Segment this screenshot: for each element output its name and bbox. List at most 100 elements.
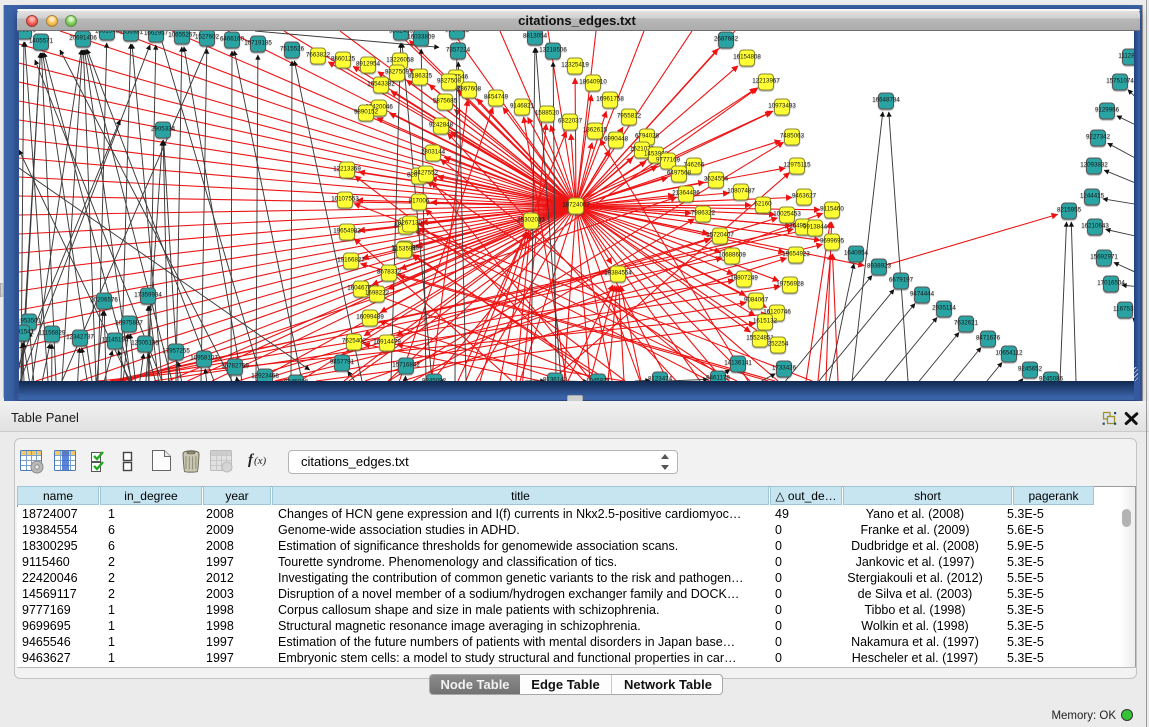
svg-text:9913844: 9913844 [803, 223, 828, 230]
svg-text:8678332: 8678332 [377, 268, 402, 275]
svg-text:8912954: 8912954 [356, 60, 381, 67]
svg-text:19756928: 19756928 [776, 280, 804, 287]
svg-text:7515526: 7515526 [280, 45, 305, 52]
svg-text:9146821: 9146821 [510, 102, 535, 109]
svg-text:10807487: 10807487 [727, 187, 755, 194]
svg-text:8186325: 8186325 [408, 72, 433, 79]
svg-text:746266: 746266 [684, 161, 705, 168]
svg-text:1640954: 1640954 [844, 249, 869, 256]
svg-text:16210643: 16210643 [1081, 222, 1109, 229]
svg-text:7663822: 7663822 [306, 51, 331, 58]
svg-text:9136142: 9136142 [543, 376, 568, 381]
svg-text:252254: 252254 [768, 340, 789, 347]
svg-text:1405571: 1405571 [29, 37, 54, 44]
svg-text:1588520: 1588520 [535, 109, 560, 116]
svg-text:19166827: 19166827 [337, 256, 365, 263]
svg-text:10958107: 10958107 [190, 354, 218, 361]
svg-text:9227342: 9227342 [1086, 133, 1111, 140]
svg-text:2905334: 2905334 [151, 125, 176, 132]
svg-text:10973493: 10973493 [768, 102, 796, 109]
svg-text:7955812: 7955812 [617, 112, 642, 119]
svg-text:19654982: 19654982 [333, 227, 361, 234]
svg-text:8938923: 8938923 [867, 262, 892, 269]
svg-text:9777169: 9777169 [656, 156, 681, 163]
svg-text:2935114: 2935114 [932, 304, 956, 311]
svg-text:8427552: 8427552 [414, 169, 439, 176]
svg-text:1662957: 1662957 [144, 31, 169, 36]
svg-text:9084067: 9084067 [744, 296, 769, 303]
svg-text:17016504: 17016504 [1097, 279, 1125, 286]
svg-text:12975115: 12975115 [783, 161, 811, 168]
svg-text:1698222: 1698222 [365, 289, 390, 296]
svg-text:10975887: 10975887 [115, 319, 143, 326]
svg-text:8215955: 8215955 [1057, 206, 1082, 213]
svg-text:19654923: 19654923 [782, 250, 810, 257]
svg-text:(x): (x) [254, 455, 267, 467]
svg-text:1167533: 1167533 [1113, 305, 1134, 312]
svg-text:10655267: 10655267 [168, 31, 196, 38]
svg-text:10107553: 10107553 [331, 195, 359, 202]
svg-text:15720407: 15720407 [706, 231, 734, 238]
svg-text:8123474: 8123474 [648, 375, 673, 381]
svg-text:1953501: 1953501 [19, 317, 42, 324]
svg-text:8454749: 8454749 [484, 93, 509, 100]
svg-text:10719185: 10719185 [244, 39, 272, 46]
svg-text:18807249: 18807249 [730, 274, 758, 281]
svg-text:12093832: 12093832 [1080, 161, 1108, 168]
svg-text:7357224: 7357224 [446, 46, 471, 53]
svg-text:9245013: 9245013 [284, 378, 309, 381]
svg-text:15751074: 15751074 [1106, 77, 1134, 84]
svg-text:12923468: 12923468 [251, 372, 279, 379]
svg-text:9463627: 9463627 [792, 192, 817, 199]
svg-text:11145194: 11145194 [102, 336, 129, 343]
svg-text:3624554: 3624554 [704, 175, 729, 182]
svg-text:6794028: 6794028 [635, 132, 660, 139]
svg-text:9457791: 9457791 [330, 358, 355, 365]
svg-text:20206576: 20206576 [90, 296, 118, 303]
svg-text:10654112: 10654112 [995, 349, 1023, 356]
svg-text:15716842: 15716842 [392, 361, 420, 368]
svg-text:17957255: 17957255 [162, 347, 190, 354]
svg-text:16099489: 16099489 [356, 313, 384, 320]
svg-text:3267130: 3267130 [398, 219, 423, 226]
svg-text:9245082: 9245082 [422, 377, 447, 381]
svg-text:8564712: 8564712 [445, 31, 470, 33]
svg-text:3991541: 3991541 [19, 328, 35, 335]
svg-text:9474444: 9474444 [910, 290, 935, 297]
svg-text:6322037: 6322037 [558, 117, 583, 124]
svg-text:2405573: 2405573 [19, 31, 37, 33]
svg-text:1081545: 1081545 [95, 31, 120, 34]
svg-text:8860125: 8860125 [331, 55, 356, 62]
svg-text:6679197: 6679197 [889, 276, 914, 283]
svg-text:16033809: 16033809 [407, 33, 435, 40]
svg-text:8471676: 8471676 [976, 334, 1001, 341]
svg-text:9245652: 9245652 [1018, 365, 1043, 372]
svg-text:16961758: 16961758 [596, 95, 624, 102]
svg-text:14136141: 14136141 [724, 359, 752, 366]
svg-text:1153594: 1153594 [392, 245, 416, 252]
svg-text:9245086: 9245086 [1039, 375, 1064, 381]
svg-text:18724007: 18724007 [562, 201, 590, 208]
svg-text:62160: 62160 [754, 200, 772, 207]
svg-text:21364436: 21364436 [672, 189, 700, 196]
svg-text:16154808: 16154808 [733, 53, 761, 60]
svg-text:12342737: 12342737 [66, 333, 94, 340]
svg-text:7632621: 7632621 [954, 319, 979, 326]
svg-text:12325419: 12325419 [561, 61, 589, 68]
svg-text:1112843: 1112843 [1118, 52, 1134, 59]
svg-text:18640910: 18640910 [579, 78, 607, 85]
svg-text:1362615: 1362615 [583, 126, 608, 133]
svg-text:9327508: 9327508 [437, 77, 462, 84]
svg-text:25302033: 25302033 [517, 216, 545, 223]
svg-text:15692971: 15692971 [1090, 253, 1118, 260]
svg-text:16648784: 16648784 [872, 96, 900, 103]
svg-text:1244415: 1244415 [1080, 192, 1105, 199]
svg-text:5875685: 5875685 [433, 97, 458, 104]
svg-text:9242848: 9242848 [429, 121, 454, 128]
svg-text:16782759: 16782759 [221, 362, 249, 369]
svg-text:17359934: 17359934 [134, 291, 162, 298]
svg-text:12213967: 12213967 [752, 77, 780, 84]
svg-text:9327509: 9327509 [385, 68, 410, 75]
svg-text:1045871: 1045871 [586, 377, 611, 381]
svg-text:1527602: 1527602 [195, 33, 220, 40]
